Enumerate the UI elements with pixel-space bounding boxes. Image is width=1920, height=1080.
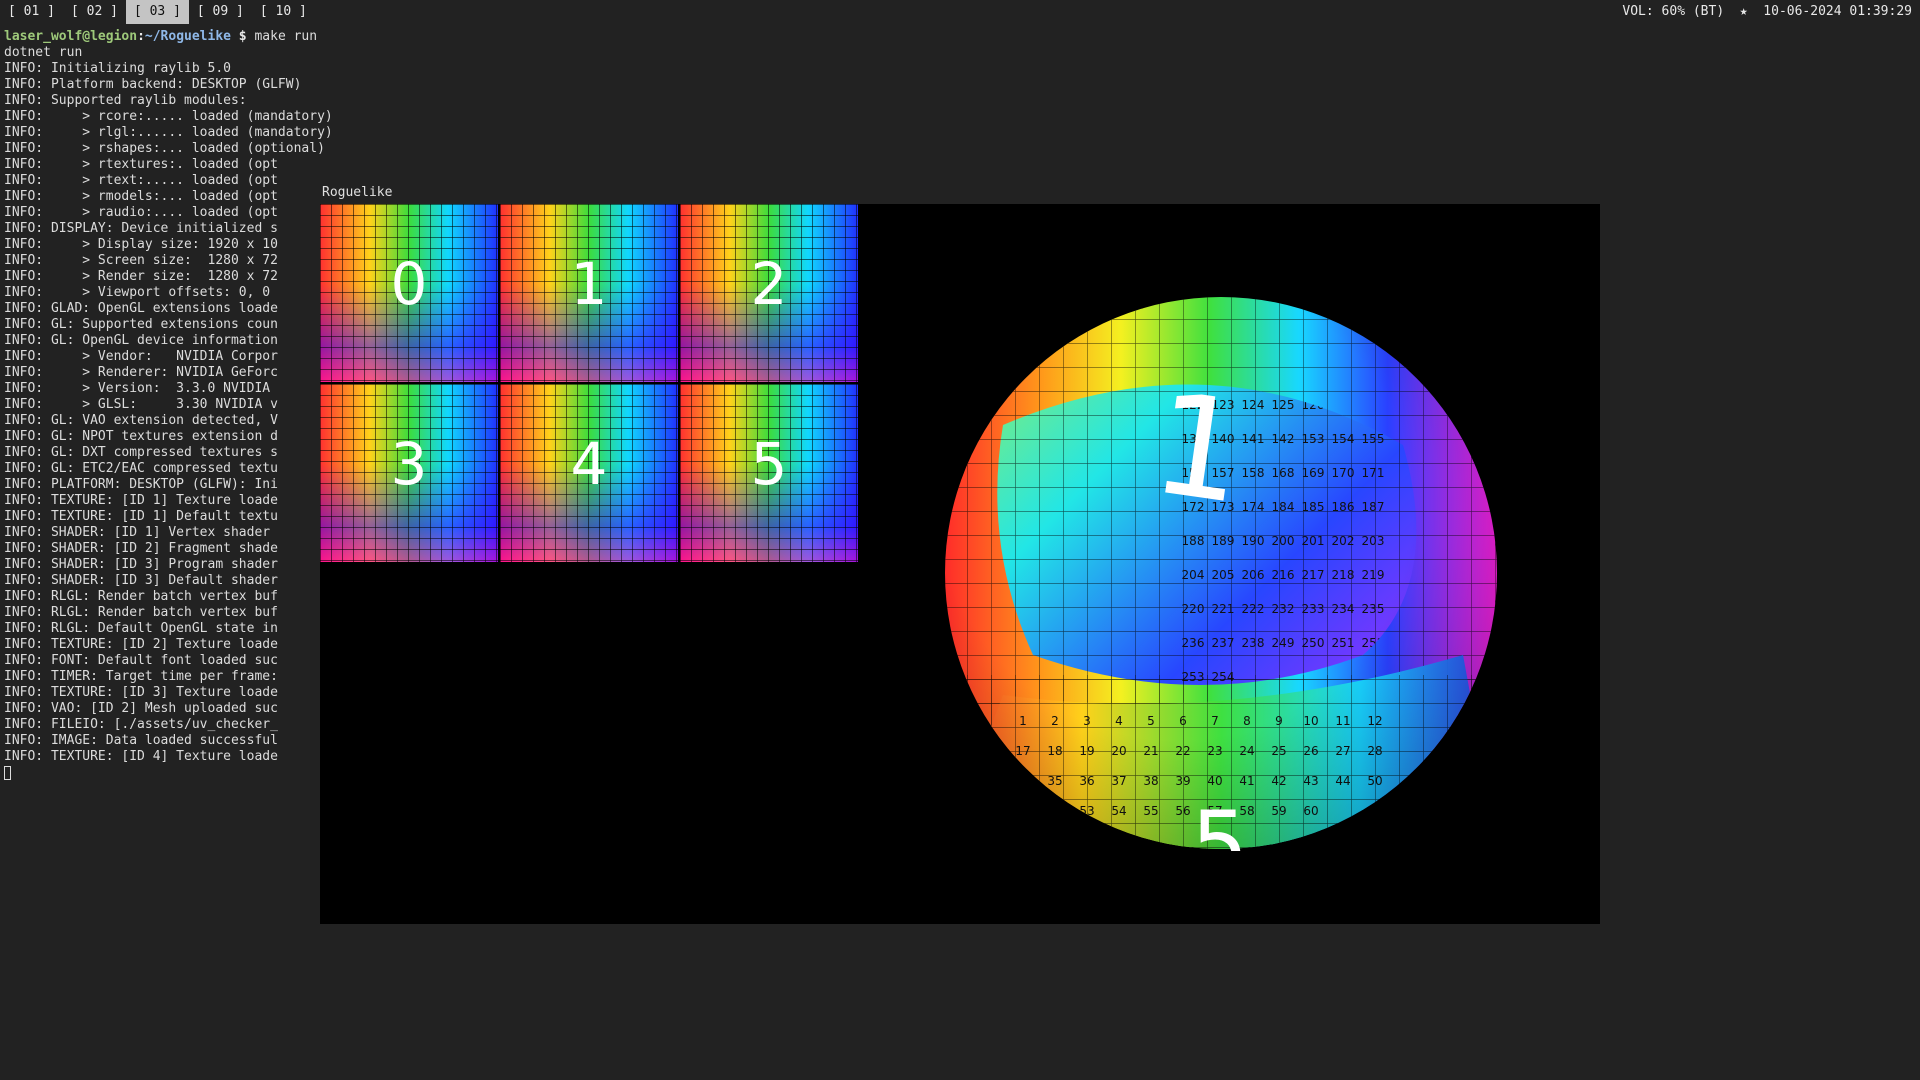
atlas-tile: 1 bbox=[500, 204, 678, 382]
prompt-dollar: $ bbox=[230, 29, 255, 44]
terminal-line: INFO: TEXTURE: [ID 3] Texture loade bbox=[4, 685, 278, 700]
sphere-bottom-label: 5 bbox=[1191, 792, 1248, 851]
sphere-cell-number: 51 bbox=[1015, 804, 1030, 818]
terminal-line: INFO: GLAD: OpenGL extensions loade bbox=[4, 301, 278, 316]
terminal-line: INFO: RLGL: Default OpenGL state in bbox=[4, 621, 278, 636]
terminal-line: INFO: DISPLAY: Device initialized s bbox=[4, 221, 278, 236]
prompt-command: make run bbox=[254, 29, 318, 44]
terminal-line: INFO: GL: DXT compressed textures s bbox=[4, 445, 278, 460]
terminal-line: INFO: > GLSL: 3.30 NVIDIA v bbox=[4, 397, 278, 412]
terminal-line: INFO: SHADER: [ID 3] Program shader bbox=[4, 557, 278, 572]
terminal-line: INFO: IMAGE: Data loaded successful bbox=[4, 733, 278, 748]
terminal-line: INFO: > rcore:..... loaded (mandatory) bbox=[4, 109, 333, 124]
terminal-line: INFO: > rmodels:... loaded (opt bbox=[4, 189, 278, 204]
text-cursor bbox=[4, 765, 11, 780]
atlas-tile-label: 2 bbox=[750, 250, 788, 318]
game-window-title: Roguelike bbox=[320, 184, 395, 202]
terminal-line: INFO: > Viewport offsets: 0, 0 bbox=[4, 285, 271, 300]
terminal-line: INFO: TEXTURE: [ID 2] Texture loade bbox=[4, 637, 278, 652]
atlas-tile-label: 5 bbox=[750, 430, 788, 498]
atlas-tile: 2 bbox=[680, 204, 858, 382]
system-status: VOL: 60% (BT) ★ 10-06-2024 01:39:29 bbox=[1622, 4, 1912, 19]
terminal-line: INFO: TEXTURE: [ID 4] Texture loade bbox=[4, 749, 278, 764]
terminal-line: INFO: > rlgl:...... loaded (mandatory) bbox=[4, 125, 333, 140]
terminal-line: INFO: VAO: [ID 2] Mesh uploaded suc bbox=[4, 701, 278, 716]
terminal-line: INFO: > rtext:..... loaded (opt bbox=[4, 173, 278, 188]
terminal-line: INFO: FILEIO: [./assets/uv_checker_ bbox=[4, 717, 278, 732]
terminal-line: INFO: SHADER: [ID 2] Fragment shade bbox=[4, 541, 278, 556]
terminal-line: INFO: RLGL: Render batch vertex buf bbox=[4, 589, 278, 604]
terminal-line: INFO: TEXTURE: [ID 1] Default textu bbox=[4, 509, 278, 524]
terminal-line: INFO: SHADER: [ID 1] Vertex shader bbox=[4, 525, 271, 540]
terminal-line: INFO: TIMER: Target time per frame: bbox=[4, 669, 278, 684]
workspace-10[interactable]: [ 10 ] bbox=[252, 0, 315, 24]
terminal-line: INFO: > rtextures:. loaded (opt bbox=[4, 157, 278, 172]
prompt-colon: : bbox=[137, 29, 145, 44]
terminal-line: INFO: > Vendor: NVIDIA Corpor bbox=[4, 349, 278, 364]
terminal-line: INFO: GL: NPOT textures extension d bbox=[4, 429, 278, 444]
atlas-tile-label: 1 bbox=[570, 250, 608, 318]
terminal-line: INFO: Platform backend: DESKTOP (GLFW) bbox=[4, 77, 302, 92]
terminal-line: INFO: RLGL: Render batch vertex buf bbox=[4, 605, 278, 620]
sphere-cell-number: 34 bbox=[1015, 774, 1030, 788]
terminal-line: INFO: GL: VAO extension detected, V bbox=[4, 413, 278, 428]
workspace-01[interactable]: [ 01 ] bbox=[0, 0, 63, 24]
terminal-line: INFO: GL: ETC2/EAC compressed textu bbox=[4, 461, 278, 476]
workspace-03[interactable]: [ 03 ] bbox=[125, 0, 189, 24]
terminal-line: INFO: GL: Supported extensions coun bbox=[4, 317, 278, 332]
terminal-line: INFO: FONT: Default font loaded suc bbox=[4, 653, 278, 668]
prompt-path: ~/Roguelike bbox=[144, 29, 231, 44]
terminal-line: INFO: PLATFORM: DESKTOP (GLFW): Ini bbox=[4, 477, 278, 492]
workspace-09[interactable]: [ 09 ] bbox=[189, 0, 252, 24]
sphere-render: 1051061071081091101211221231241251261371… bbox=[945, 297, 1497, 851]
terminal-line: dotnet run bbox=[4, 45, 83, 60]
terminal-line: INFO: > Version: 3.3.0 NVIDIA bbox=[4, 381, 271, 396]
terminal-line: INFO: > Display size: 1920 x 10 bbox=[4, 237, 278, 252]
terminal-line: INFO: > Render size: 1280 x 72 bbox=[4, 269, 278, 284]
terminal-line: INFO: > raudio:.... loaded (opt bbox=[4, 205, 278, 220]
atlas-tile-label: 3 bbox=[390, 430, 428, 498]
terminal-window[interactable]: laser_wolf@legion:~/Roguelike $ make run… bbox=[0, 24, 1920, 1080]
terminal-line: INFO: TEXTURE: [ID 1] Texture loade bbox=[4, 493, 278, 508]
atlas-tile: 4 bbox=[500, 384, 678, 562]
textured-sphere: 1051061071081091101211221231241251261371… bbox=[943, 295, 1499, 851]
terminal-line: INFO: Initializing raylib 5.0 bbox=[4, 61, 231, 76]
workspace-02[interactable]: [ 02 ] bbox=[63, 0, 126, 24]
atlas-tile: 5 bbox=[680, 384, 858, 562]
uv-texture-atlas: 0 1 2 3 4 5 bbox=[320, 204, 859, 562]
prompt-user-host: laser_wolf@legion bbox=[4, 29, 138, 44]
sphere-cell-number: 52 bbox=[1047, 804, 1062, 818]
terminal-line: INFO: > Screen size: 1280 x 72 bbox=[4, 253, 278, 268]
terminal-line: INFO: GL: OpenGL device information bbox=[4, 333, 278, 348]
game-window[interactable]: 0 1 2 3 4 5 34 51 52 1 5 bbox=[320, 204, 1600, 924]
atlas-tile-label: 0 bbox=[390, 250, 428, 318]
terminal-cursor-line bbox=[4, 765, 333, 781]
atlas-tile-label: 4 bbox=[570, 430, 608, 498]
log-lines: dotnet run INFO: Initializing raylib 5.0 I… bbox=[4, 45, 333, 765]
atlas-tile: 0 bbox=[320, 204, 498, 382]
terminal-line: INFO: SHADER: [ID 3] Default shader bbox=[4, 573, 278, 588]
terminal-line: INFO: > Renderer: NVIDIA GeForc bbox=[4, 365, 278, 380]
atlas-tile: 3 bbox=[320, 384, 498, 562]
terminal-line: INFO: > rshapes:... loaded (optional) bbox=[4, 141, 325, 156]
terminal-line: INFO: Supported raylib modules: bbox=[4, 93, 247, 108]
top-status-bar: [ 01 ] [ 02 ] [ 03 ] [ 09 ] [ 10 ] VOL: … bbox=[0, 0, 1920, 24]
workspace-list: [ 01 ] [ 02 ] [ 03 ] [ 09 ] [ 10 ] bbox=[0, 0, 315, 24]
terminal-output: laser_wolf@legion:~/Roguelike $ make run… bbox=[4, 29, 333, 781]
shell-prompt: laser_wolf@legion:~/Roguelike $ make run bbox=[4, 29, 333, 45]
